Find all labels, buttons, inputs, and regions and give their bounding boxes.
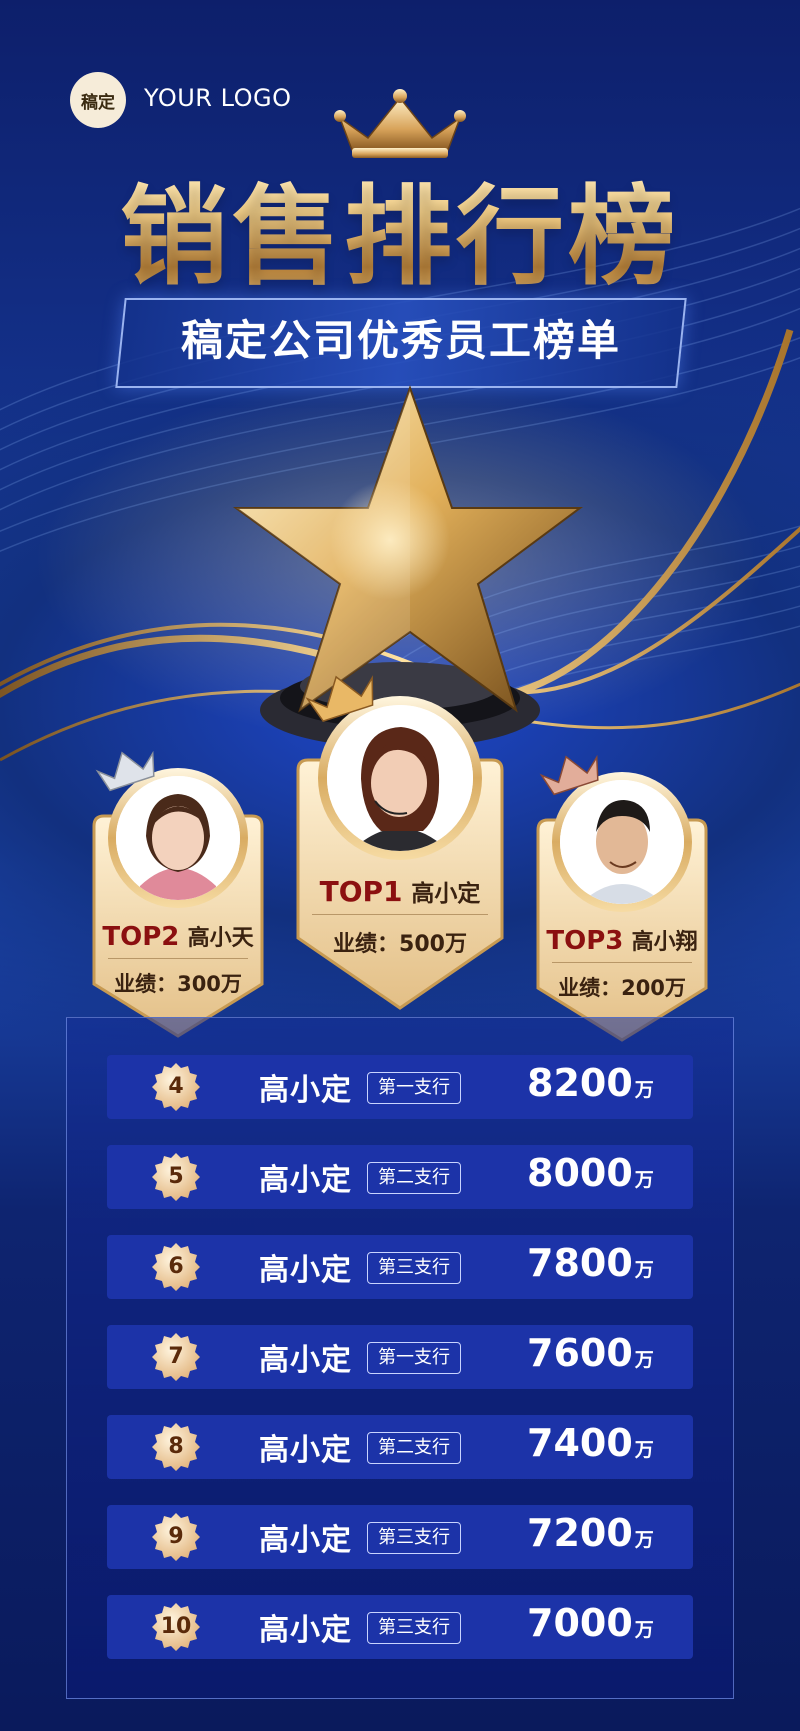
winner-name: 高小天 <box>187 926 254 951</box>
amount-unit: 万 <box>634 1529 654 1551</box>
rank-number: 5 <box>168 1164 184 1189</box>
employee-name: 高小定 <box>259 1253 352 1288</box>
branch-tag: 第一支行 <box>367 1342 461 1374</box>
employee-name: 高小定 <box>259 1613 352 1648</box>
employee-name: 高小定 <box>259 1073 352 1108</box>
sales-amount: 7800 万 <box>527 1241 654 1285</box>
rank-number: 4 <box>168 1074 184 1099</box>
perf-value: 300万 <box>177 972 242 996</box>
list-item: 10 高小定 第三支行 7000 万 <box>107 1595 693 1659</box>
amount-value: 7800 <box>527 1241 633 1285</box>
list-item: 6 高小定 第三支行 7800 万 <box>107 1235 693 1299</box>
podium-top1-title: TOP1 高小定 <box>292 874 508 908</box>
amount-unit: 万 <box>634 1439 654 1461</box>
sales-amount: 7200 万 <box>527 1511 654 1555</box>
branch-tag: 第三支行 <box>367 1252 461 1284</box>
divider <box>552 962 692 963</box>
podium-top3-title: TOP3 高小翔 <box>530 924 714 956</box>
avatar-ring <box>318 696 482 860</box>
podium-top2-title: TOP2 高小天 <box>86 920 270 952</box>
list-item: 5 高小定 第二支行 8000 万 <box>107 1145 693 1209</box>
rank-number: 9 <box>168 1524 184 1549</box>
divider <box>312 914 488 915</box>
branch-tag: 第二支行 <box>367 1162 461 1194</box>
perf-value: 200万 <box>621 976 686 1000</box>
amount-value: 7600 <box>527 1331 633 1375</box>
person-icon <box>327 705 473 851</box>
employee-name: 高小定 <box>259 1163 352 1198</box>
sales-amount: 7000 万 <box>527 1601 654 1645</box>
amount-value: 7200 <box>527 1511 633 1555</box>
person-icon <box>560 780 684 904</box>
winner-name: 高小翔 <box>631 930 698 955</box>
sales-amount: 7400 万 <box>527 1421 654 1465</box>
rank-label: TOP1 <box>319 875 403 908</box>
avatar <box>560 780 684 904</box>
rank-number: 6 <box>168 1254 184 1279</box>
avatar <box>327 705 473 851</box>
avatar <box>116 776 240 900</box>
divider <box>108 958 248 959</box>
logo-text: YOUR LOGO <box>144 84 292 112</box>
amount-value: 7400 <box>527 1421 633 1465</box>
rank-label: TOP2 <box>102 922 180 952</box>
rank-number: 10 <box>160 1614 192 1639</box>
poster: 稿定 YOUR LOGO 销售排行榜 稿定公司优秀员工榜单 TOP2 高小天 业… <box>0 0 800 1731</box>
amount-value: 7000 <box>527 1601 633 1645</box>
branch-tag: 第三支行 <box>367 1522 461 1554</box>
podium-top1-perf: 业绩：500万 <box>292 926 508 958</box>
perf-label: 业绩： <box>558 976 622 1000</box>
avatar-ring <box>108 768 248 908</box>
sales-amount: 7600 万 <box>527 1331 654 1375</box>
amount-unit: 万 <box>634 1259 654 1281</box>
amount-value: 8000 <box>527 1151 633 1195</box>
list-item: 7 高小定 第一支行 7600 万 <box>107 1325 693 1389</box>
sales-amount: 8200 万 <box>527 1061 654 1105</box>
branch-tag: 第一支行 <box>367 1072 461 1104</box>
person-icon <box>116 776 240 900</box>
subtitle: 稿定公司优秀员工榜单 <box>180 316 621 365</box>
branch-tag: 第二支行 <box>367 1432 461 1464</box>
employee-name: 高小定 <box>259 1523 352 1558</box>
avatar-ring <box>552 772 692 912</box>
podium-card-top1: TOP1 高小定 业绩：500万 <box>292 675 508 1010</box>
rank-number: 7 <box>168 1344 184 1369</box>
amount-unit: 万 <box>634 1169 654 1191</box>
perf-label: 业绩： <box>114 972 178 996</box>
list-item: 9 高小定 第三支行 7200 万 <box>107 1505 693 1569</box>
podium-card-top3: TOP3 高小翔 业绩：200万 <box>530 752 714 1042</box>
list-item: 4 高小定 第一支行 8200 万 <box>107 1055 693 1119</box>
employee-name: 高小定 <box>259 1433 352 1468</box>
logo-badge: 稿定 <box>70 72 126 128</box>
list-item: 8 高小定 第二支行 7400 万 <box>107 1415 693 1479</box>
perf-value: 500万 <box>399 932 467 957</box>
perf-label: 业绩： <box>333 932 400 957</box>
rank-label: TOP3 <box>546 926 624 956</box>
podium-top2-perf: 业绩：300万 <box>86 968 270 998</box>
amount-unit: 万 <box>634 1349 654 1371</box>
amount-value: 8200 <box>527 1061 633 1105</box>
winner-name: 高小定 <box>411 881 481 907</box>
employee-name: 高小定 <box>259 1343 352 1378</box>
podium-card-top2: TOP2 高小天 业绩：300万 <box>86 748 270 1038</box>
rank-number: 8 <box>168 1434 184 1459</box>
podium-top3-perf: 业绩：200万 <box>530 972 714 1002</box>
sales-amount: 8000 万 <box>527 1151 654 1195</box>
branch-tag: 第三支行 <box>367 1612 461 1644</box>
amount-unit: 万 <box>634 1079 654 1101</box>
amount-unit: 万 <box>634 1619 654 1641</box>
page-title: 销售排行榜 <box>0 150 800 306</box>
